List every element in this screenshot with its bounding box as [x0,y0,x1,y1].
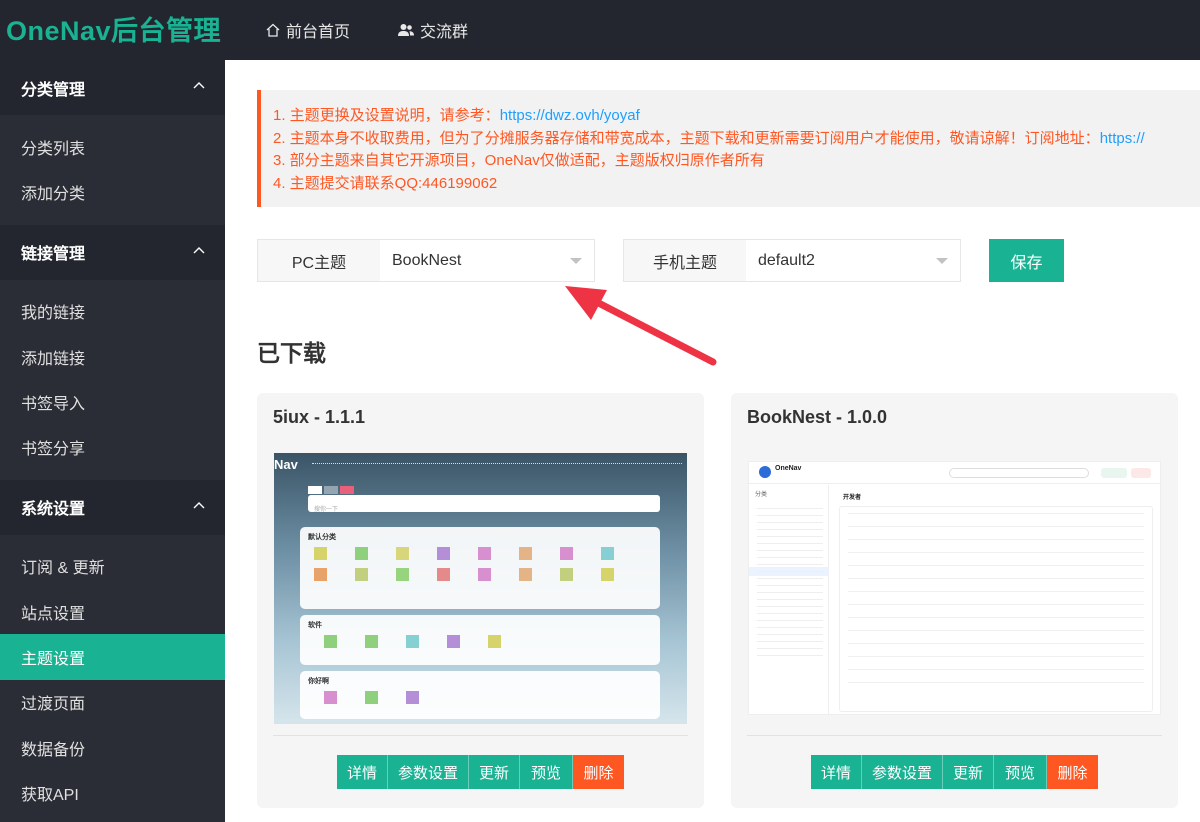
notice-help-link[interactable]: https://dwz.ovh/yoyaf [500,107,640,124]
sidebar-group-label: 链接管理 [21,246,86,264]
card-divider [273,735,688,736]
update-button[interactable]: 更新 [943,755,994,789]
preview-search-bar: 搜你一下 [308,495,660,513]
nav-group-label: 交流群 [420,24,469,41]
top-bar: OneNav后台管理 前台首页 交流群 [0,0,1200,60]
notice-line-3: 3. 部分主题来自其它开源项目，OneNav仅做适配，主题版权归原作者所有 [273,152,765,169]
sidebar-group-label: 分类管理 [21,81,86,99]
theme-card-actions: 详情 参数设置 更新 预览 删除 [811,755,1098,789]
sidebar-item-subscribe-update[interactable]: 订阅 & 更新 [0,544,225,589]
card-divider [747,735,1162,736]
nav-home-label: 前台首页 [286,24,351,41]
sidebar-group-links[interactable]: 链接管理 [0,224,225,280]
theme-card-5iux: 5iux - 1.1.1 Nav 搜你一下 默认分类 软件 你好啊 详情 参数设… [257,393,704,808]
downloaded-section-title: 已下载 [257,340,326,366]
dropdown-caret-icon [936,258,948,264]
theme-card-title: BookNest - 1.0.0 [747,407,888,427]
details-button[interactable]: 详情 [337,755,388,789]
mobile-theme-value: default2 [758,251,815,269]
delete-button[interactable]: 删除 [573,755,624,789]
notice-line-4: 4. 主题提交请联系QQ:446199062 [273,174,498,192]
pc-theme-value: BookNest [392,251,462,269]
sidebar-item-add-category[interactable]: 添加分类 [0,169,225,214]
app-logo[interactable]: OneNav后台管理 [6,9,221,48]
preview-panel-default: 默认分类 [300,527,660,609]
pc-theme-label: PC主题 [257,239,381,282]
details-button[interactable]: 详情 [811,755,862,789]
home-icon [266,23,280,37]
nav-home-link[interactable]: 前台首页 [265,0,350,60]
preview-button[interactable]: 预览 [520,755,573,789]
sidebar-item-category-list[interactable]: 分类列表 [0,124,225,169]
sidebar-item-site-settings[interactable]: 站点设置 [0,589,225,634]
mobile-theme-select[interactable]: default2 [746,239,961,282]
delete-button[interactable]: 删除 [1047,755,1098,789]
sidebar-item-get-api[interactable]: 获取API [0,770,225,815]
sidebar-item-bookmark-import[interactable]: 书签导入 [0,379,225,424]
dropdown-caret-icon [570,258,582,264]
notice-box: 1. 主题更换及设置说明，请参考：https://dwz.ovh/yoyaf 2… [257,90,1200,207]
theme-card-title: 5iux - 1.1.1 [273,407,366,427]
chevron-up-icon [193,246,205,254]
mobile-theme-label: 手机主题 [623,239,747,282]
notice-line-1: 1. 主题更换及设置说明，请参考：https://dwz.ovh/yoyaf [273,107,640,124]
sidebar-item-my-links[interactable]: 我的链接 [0,289,225,334]
preview-panel-hello: 你好啊 [300,671,660,719]
chevron-up-icon [193,501,205,509]
chevron-up-icon [193,82,205,89]
sidebar-item-add-link[interactable]: 添加链接 [0,334,225,379]
annotation-arrow-icon [565,286,717,366]
notice-subscribe-link[interactable]: https:// [1100,130,1145,147]
theme-preview-image: Nav 搜你一下 默认分类 软件 你好啊 [274,453,687,724]
preview-brand: Nav [274,457,298,472]
save-button[interactable]: 保存 [989,239,1064,282]
theme-preview-image: OneNav 分类 开发者 [748,461,1161,715]
preview-panel-software: 软件 [300,615,660,665]
main-content: 1. 主题更换及设置说明，请参考：https://dwz.ovh/yoyaf 2… [225,60,1200,822]
sidebar-item-transition-page[interactable]: 过渡页面 [0,680,225,725]
sidebar-item-bookmark-share[interactable]: 书签分享 [0,424,225,469]
notice-line-2: 2. 主题本身不收取费用，但为了分摊服务器存储和带宽成本，主题下载和更新需要订阅… [273,129,1145,147]
sidebar-item-theme-settings[interactable]: 主题设置 [0,634,225,680]
sidebar-item-data-backup[interactable]: 数据备份 [0,725,225,770]
preview-button[interactable]: 预览 [994,755,1047,789]
sidebar: 分类管理 分类列表 添加分类 链接管理 我的链接 添加链接 书签导入 书签分享 … [0,60,225,822]
theme-card-booknest: BookNest - 1.0.0 OneNav 分类 开发者 详情 参数设置 更… [731,393,1178,808]
sidebar-group-system[interactable]: 系统设置 [0,479,225,535]
sidebar-group-category[interactable]: 分类管理 [0,60,225,115]
nav-group-link[interactable]: 交流群 [397,0,468,60]
theme-card-actions: 详情 参数设置 更新 预览 删除 [337,755,624,789]
users-icon [398,24,414,36]
sidebar-group-label: 系统设置 [21,501,86,519]
params-button[interactable]: 参数设置 [388,755,469,789]
update-button[interactable]: 更新 [469,755,520,789]
pc-theme-select[interactable]: BookNest [380,239,595,282]
params-button[interactable]: 参数设置 [862,755,943,789]
